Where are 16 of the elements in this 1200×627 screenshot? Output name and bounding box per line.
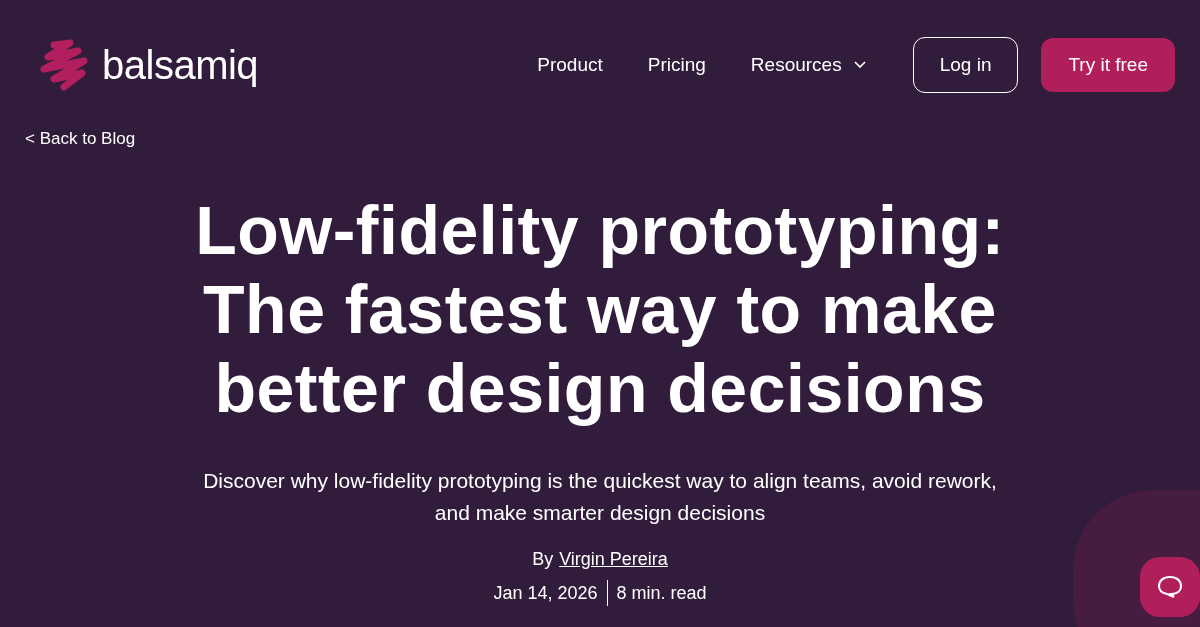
logo-wordmark[interactable]: balsamiq <box>102 42 259 88</box>
publish-date: Jan 14, 2026 <box>493 582 598 604</box>
byline-label: By <box>532 549 554 570</box>
chat-bubble-icon <box>1157 575 1183 599</box>
login-button[interactable]: Log in <box>912 37 1019 93</box>
article-title: Low-fidelity prototyping: The fastest way to make better design decisions <box>195 191 1005 428</box>
chat-button[interactable] <box>1140 557 1200 617</box>
author-link[interactable]: Virgin Pereira <box>559 549 668 570</box>
chevron-down-icon <box>853 61 866 69</box>
nav-link[interactable]: Product <box>537 54 603 76</box>
back-to-blog-link[interactable]: < Back to Blog <box>25 129 136 149</box>
nav-link[interactable]: Pricing <box>647 54 706 76</box>
nav-link[interactable]: Resources <box>750 54 866 76</box>
read-time: 8 min. read <box>616 582 707 604</box>
article-subtitle: Discover why low-fidelity prototyping is the quickest way to align teams, avoid rework, and make smarter design decisions <box>203 468 997 526</box>
try-free-button[interactable]: Try it free <box>1041 38 1175 92</box>
